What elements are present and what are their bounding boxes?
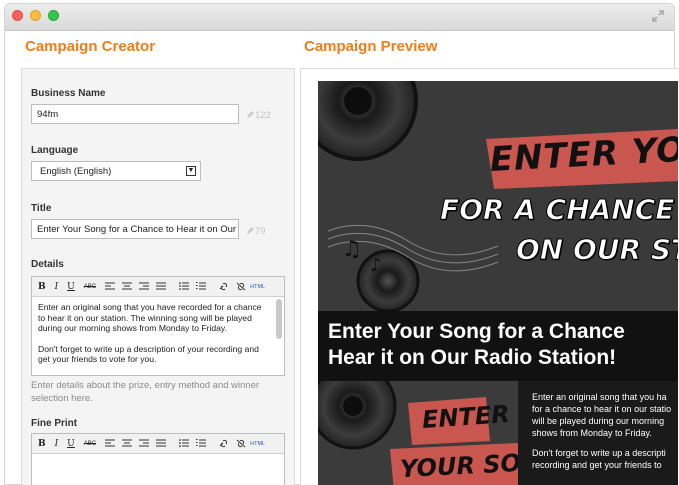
- preview-text-line: shows from Monday to Friday.: [532, 428, 652, 438]
- chevron-down-icon: ▼: [186, 166, 196, 176]
- align-justify-icon[interactable]: [156, 439, 167, 448]
- italic-button[interactable]: I: [55, 439, 59, 449]
- hero-line-3: ON OUR STA: [516, 233, 678, 267]
- banner-line-1: Enter Your Song for a Chance: [328, 320, 625, 343]
- title-label: Title: [31, 203, 52, 214]
- preview-details-section: ENTER YOUR SONG Enter an original song t…: [318, 381, 678, 485]
- preview-details-text: Enter an original song that you ha for a…: [532, 391, 678, 479]
- pencil-icon: [247, 111, 254, 118]
- preview-title-banner: Enter Your Song for a Chance Hear it on …: [318, 311, 678, 381]
- details-text[interactable]: Enter an original song that you have rec…: [32, 297, 284, 380]
- details-paragraph: Don't forget to write up a description o…: [38, 343, 259, 365]
- preview-text-line: will be played during our morning: [532, 416, 665, 426]
- title-input[interactable]: Enter Your Song for a Chance to Hear it …: [31, 219, 239, 239]
- svg-text:♫: ♫: [342, 237, 362, 262]
- hero-headline: ENTER YOU: [488, 128, 678, 180]
- numbered-list-icon[interactable]: [196, 439, 207, 448]
- language-select[interactable]: English (English) ▼: [31, 161, 201, 181]
- bold-button[interactable]: B: [38, 282, 46, 292]
- align-center-icon[interactable]: [122, 439, 133, 448]
- campaign-creator-title: Campaign Creator: [25, 38, 156, 55]
- campaign-preview-title: Campaign Preview: [304, 38, 438, 55]
- preview-text-line: Don't forget to write up a descripti: [532, 448, 666, 458]
- thumbnail-image: ENTER YOUR SONG: [318, 381, 518, 485]
- details-toolbar: B I U ABC HTML: [32, 277, 284, 297]
- hero-line-2: FOR A CHANCE T: [439, 193, 678, 227]
- minimize-button[interactable]: [30, 10, 41, 21]
- align-right-icon[interactable]: [139, 439, 150, 448]
- expand-icon[interactable]: [651, 9, 665, 23]
- svg-text:♪: ♪: [370, 255, 382, 276]
- strikethrough-button[interactable]: ABC: [84, 284, 96, 290]
- pencil-icon: [247, 227, 254, 234]
- details-hint: Enter details about the prize, entry met…: [31, 380, 260, 404]
- fine-print-editor[interactable]: B I U ABC HTML: [31, 433, 285, 485]
- fine-print-toolbar: B I U ABC HTML: [32, 434, 284, 454]
- numbered-list-icon[interactable]: [196, 282, 207, 291]
- campaign-creator-panel: Business Name 94fm 122 Language English …: [21, 68, 295, 485]
- business-name-counter: 122: [246, 110, 271, 121]
- preview-text-line: recording and get your friends to: [532, 460, 662, 470]
- language-label: Language: [31, 145, 79, 156]
- bullet-list-icon[interactable]: [179, 282, 190, 291]
- align-right-icon[interactable]: [139, 282, 150, 291]
- details-paragraph: Enter an original song that you have rec…: [38, 302, 262, 333]
- title-bar: [5, 4, 674, 31]
- fine-print-label: Fine Print: [31, 418, 78, 429]
- hero-image: ♫ ♪ ENTER YOU FOR A CHANCE T ON OUR STA: [318, 81, 678, 311]
- banner-line-2: Hear it on Our Radio Station!: [328, 346, 617, 369]
- preview-text-line: Enter an original song that you ha: [532, 392, 667, 402]
- html-button[interactable]: HTML: [250, 284, 265, 290]
- align-center-icon[interactable]: [122, 282, 133, 291]
- strikethrough-button[interactable]: ABC: [84, 441, 96, 447]
- bold-button[interactable]: B: [38, 439, 46, 449]
- align-left-icon[interactable]: [105, 439, 116, 448]
- unlink-icon[interactable]: [236, 439, 246, 448]
- unlink-icon[interactable]: [236, 282, 246, 291]
- align-left-icon[interactable]: [105, 282, 116, 291]
- italic-button[interactable]: I: [55, 282, 59, 292]
- business-name-label: Business Name: [31, 88, 106, 99]
- align-justify-icon[interactable]: [156, 282, 167, 291]
- details-label: Details: [31, 259, 64, 270]
- html-button[interactable]: HTML: [250, 441, 265, 447]
- preview-text-line: for a chance to hear it on our statio: [532, 404, 672, 414]
- link-icon[interactable]: [219, 439, 229, 448]
- close-button[interactable]: [12, 10, 23, 21]
- maximize-button[interactable]: [48, 10, 59, 21]
- language-value: English (English): [40, 166, 112, 177]
- details-editor[interactable]: B I U ABC HTML Enter an original song th…: [31, 276, 285, 376]
- bullet-list-icon[interactable]: [179, 439, 190, 448]
- title-counter: 79: [246, 226, 266, 237]
- underline-button[interactable]: U: [67, 282, 75, 292]
- link-icon[interactable]: [219, 282, 229, 291]
- business-name-input[interactable]: 94fm: [31, 104, 239, 124]
- underline-button[interactable]: U: [67, 439, 75, 449]
- campaign-preview-panel: ♫ ♪ ENTER YOU FOR A CHANCE T ON OUR STA …: [300, 68, 679, 485]
- scrollbar[interactable]: [276, 299, 282, 339]
